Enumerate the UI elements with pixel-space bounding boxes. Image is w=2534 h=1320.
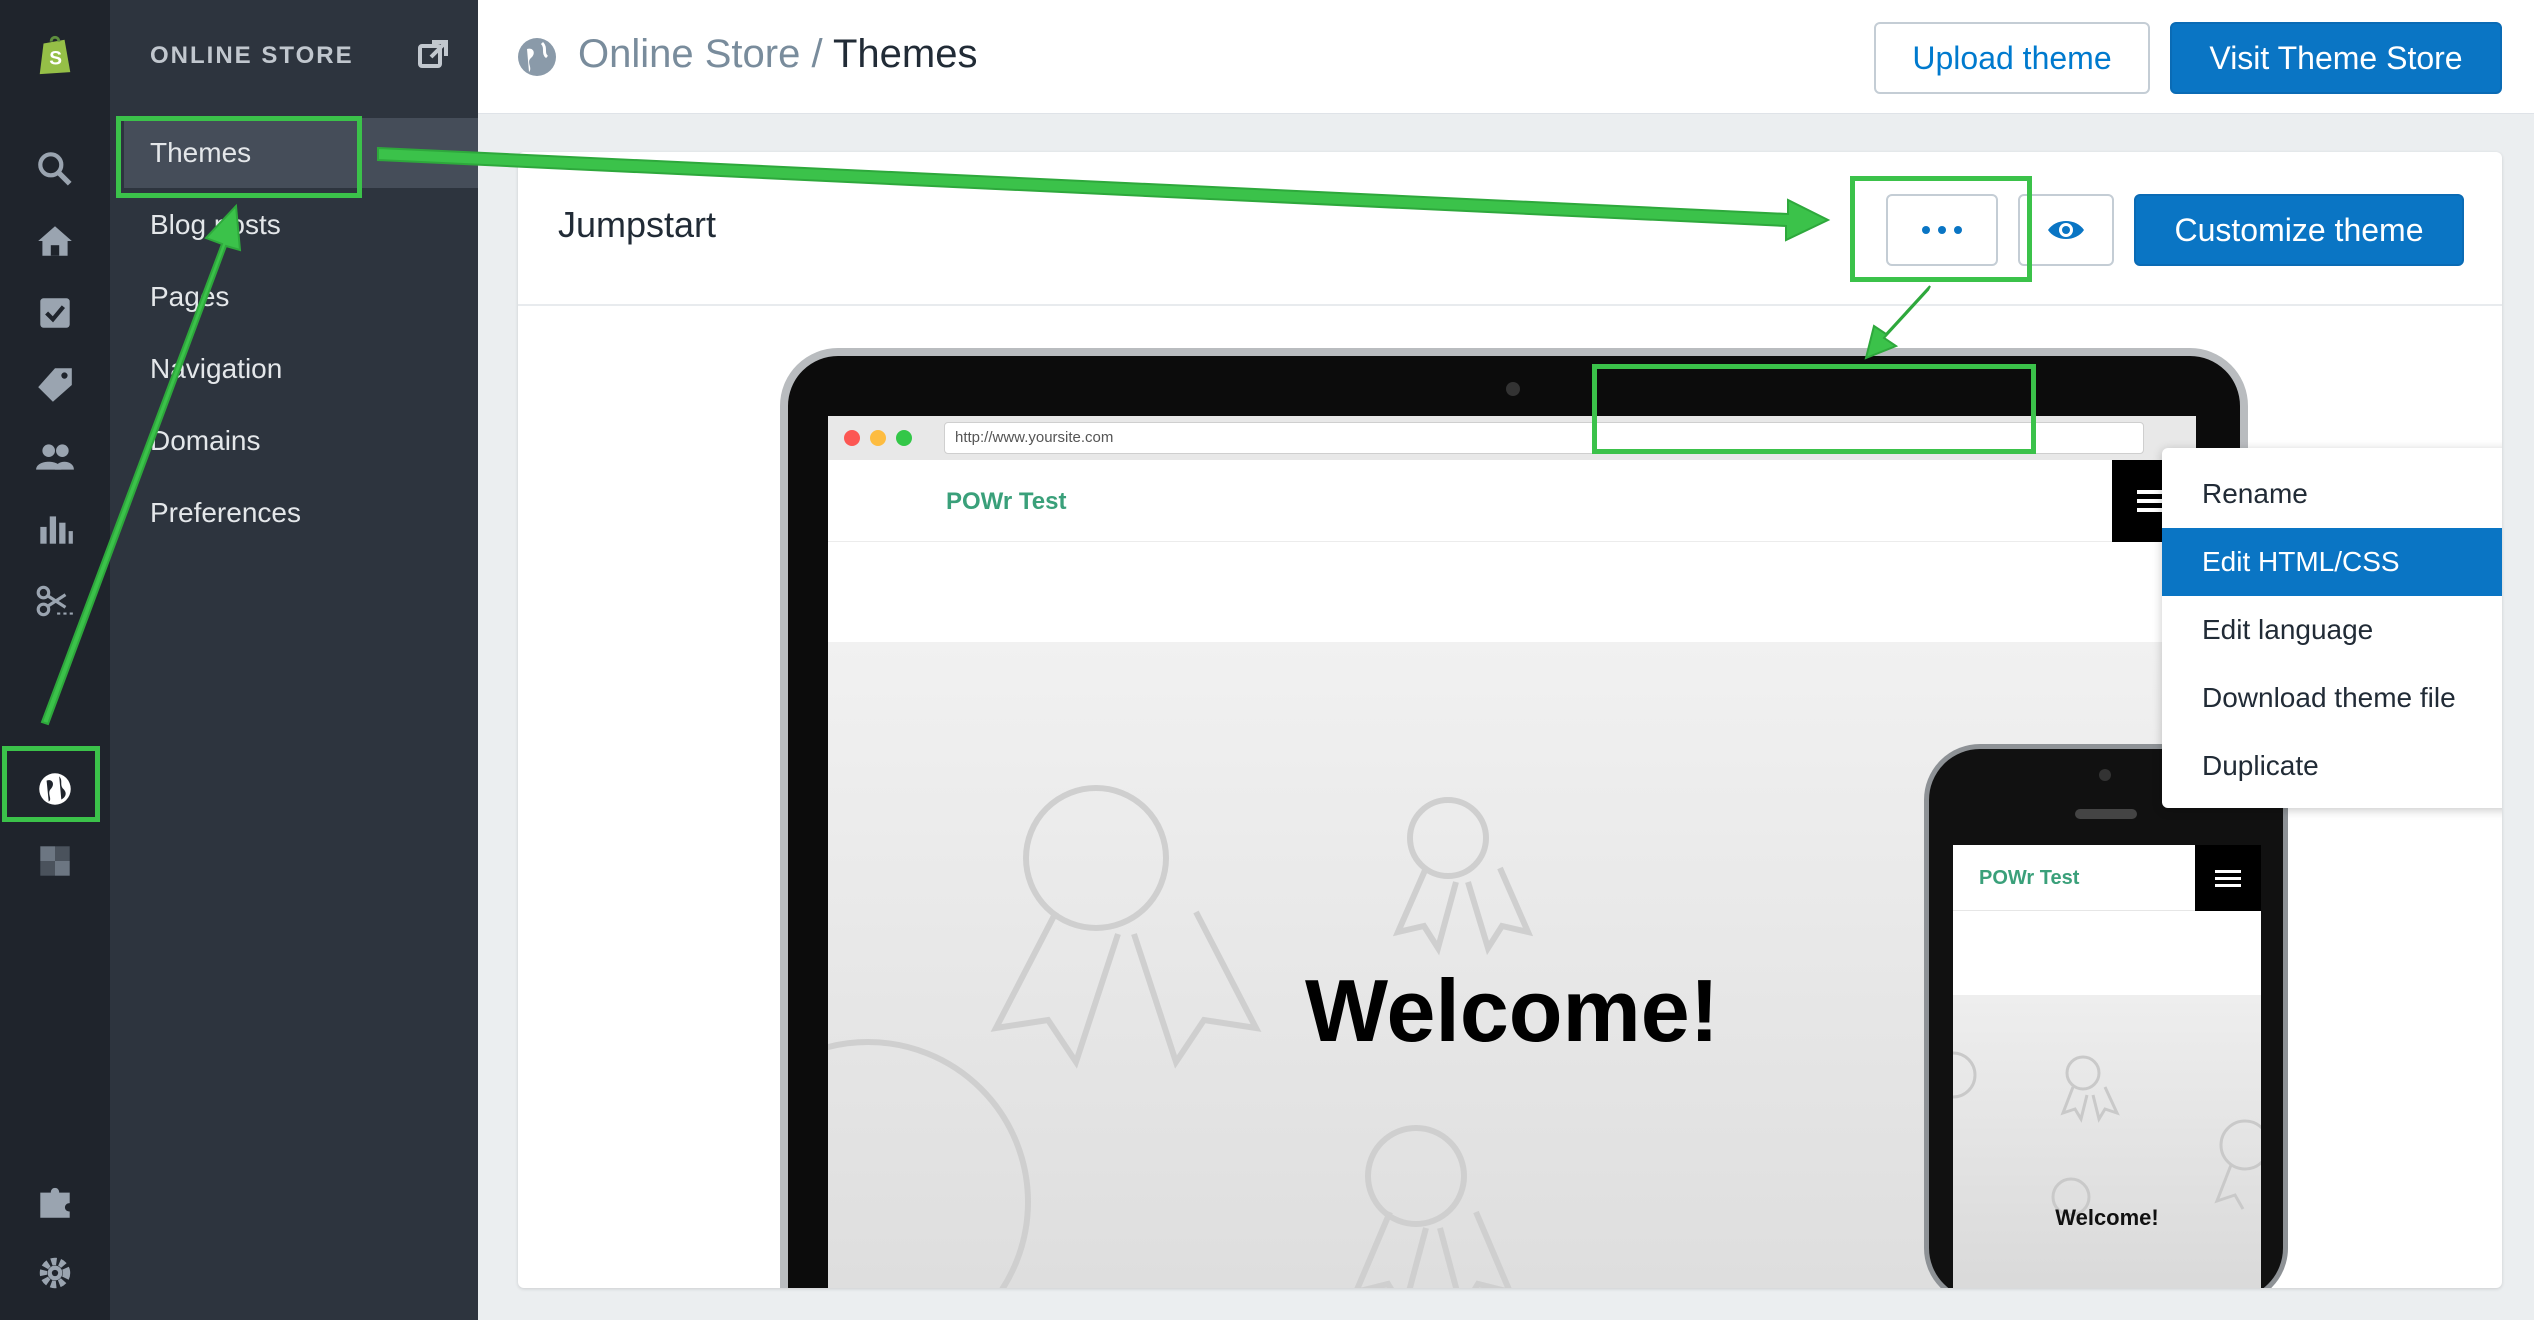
visit-theme-store-button[interactable]: Visit Theme Store	[2170, 22, 2502, 94]
menu-item-rename[interactable]: Rename	[2162, 460, 2502, 528]
laptop-camera	[1506, 382, 1520, 396]
apps-grid-icon[interactable]	[22, 828, 88, 894]
highlight-themes-item	[116, 116, 362, 198]
breadcrumb: Online Store / Themes	[578, 32, 977, 77]
sidebar-item-blog-posts[interactable]: Blog posts	[110, 190, 478, 260]
phone-hamburger-icon	[2195, 845, 2261, 911]
phone-preview: POWr Test Welcome!	[1924, 744, 2288, 1288]
external-link-icon[interactable]	[416, 38, 450, 72]
preview-button[interactable]	[2018, 194, 2114, 266]
highlight-edit-html-css	[1592, 364, 2036, 454]
sidebar-header: ONLINE STORE	[150, 42, 354, 69]
theme-card-header: Jumpstart Customize theme	[518, 152, 2502, 306]
search-icon[interactable]	[22, 136, 88, 202]
customers-icon[interactable]	[22, 424, 88, 490]
icon-rail: S	[0, 0, 110, 1320]
apps-icon[interactable]	[22, 1168, 88, 1234]
breadcrumb-parent[interactable]: Online Store	[578, 32, 800, 76]
theme-actions-dropdown: Rename Edit HTML/CSS Edit language Downl…	[2162, 448, 2502, 808]
phone-ribbon-pattern-icon	[1953, 1051, 2261, 1217]
online-store-sidebar: ONLINE STORE Themes Blog posts Pages Nav…	[110, 0, 478, 1320]
phone-site-title: POWr Test	[1979, 867, 2080, 889]
theme-card: Jumpstart Customize theme http://www.you…	[518, 152, 2502, 1288]
settings-icon[interactable]	[22, 1240, 88, 1306]
menu-item-duplicate[interactable]: Duplicate	[2162, 732, 2502, 800]
highlight-online-store-icon	[2, 746, 100, 822]
sidebar-item-domains[interactable]: Domains	[110, 406, 478, 476]
maximize-dot-icon	[896, 430, 912, 446]
products-icon[interactable]	[22, 352, 88, 418]
close-dot-icon	[844, 430, 860, 446]
site-title: POWr Test	[946, 488, 1067, 515]
menu-item-edit-language[interactable]: Edit language	[2162, 596, 2502, 664]
sidebar-item-pages[interactable]: Pages	[110, 262, 478, 332]
phone-site-header: POWr Test	[1953, 845, 2261, 911]
orders-icon[interactable]	[22, 280, 88, 346]
upload-theme-button[interactable]: Upload theme	[1874, 22, 2150, 94]
breadcrumb-separator: /	[800, 32, 833, 76]
analytics-icon[interactable]	[22, 496, 88, 562]
svg-text:S: S	[49, 49, 62, 70]
site-header: POWr Test	[828, 460, 2196, 542]
page-title: Themes	[832, 32, 978, 76]
phone-site-hero: Welcome!	[1953, 995, 2261, 1288]
discounts-icon[interactable]	[22, 568, 88, 634]
eye-icon	[2048, 221, 2084, 239]
theme-name: Jumpstart	[558, 204, 717, 245]
phone-screen: POWr Test Welcome!	[1953, 845, 2261, 1288]
customize-theme-button[interactable]: Customize theme	[2134, 194, 2464, 266]
phone-welcome-heading: Welcome!	[2055, 1205, 2159, 1230]
sidebar-item-preferences[interactable]: Preferences	[110, 478, 478, 548]
phone-camera	[2099, 769, 2111, 781]
shopify-logo-icon[interactable]: S	[22, 22, 88, 88]
highlight-more-actions	[1850, 176, 2032, 282]
top-bar: Online Store / Themes Upload theme Visit…	[478, 0, 2534, 114]
minimize-dot-icon	[870, 430, 886, 446]
online-store-icon	[518, 38, 556, 76]
sidebar-item-navigation[interactable]: Navigation	[110, 334, 478, 404]
menu-item-edit-html-css[interactable]: Edit HTML/CSS	[2162, 528, 2502, 596]
home-icon[interactable]	[22, 208, 88, 274]
menu-item-download-theme-file[interactable]: Download theme file	[2162, 664, 2502, 732]
phone-speaker	[2075, 809, 2137, 819]
